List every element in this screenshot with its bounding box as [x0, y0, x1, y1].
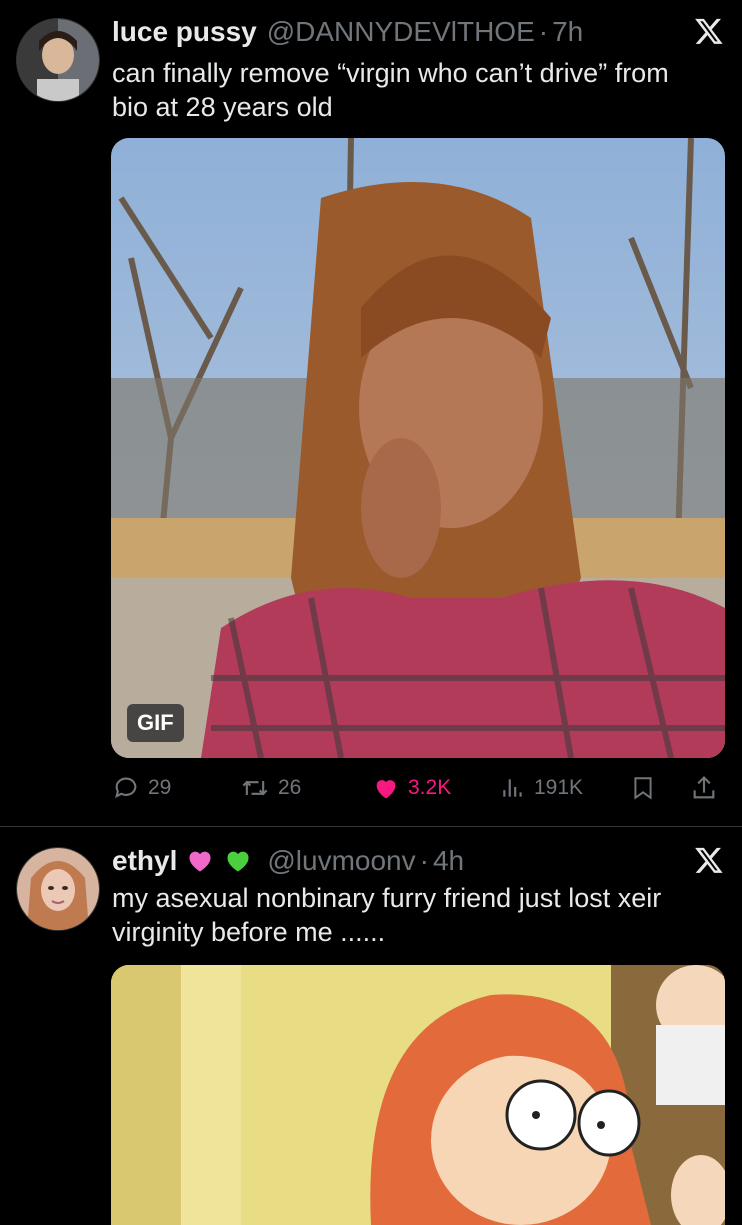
heart-filled-icon [376, 780, 396, 799]
reply-icon [115, 777, 137, 799]
timestamp[interactable]: 7h [552, 16, 583, 48]
avatar[interactable] [16, 847, 100, 931]
like-count: 3.2K [408, 776, 452, 799]
tweet-2[interactable]: ethyl @luvmoonv · 4h my asexual nonbinar… [0, 827, 742, 1225]
tweet-header: ethyl @luvmoonv · 4h [112, 841, 464, 881]
bookmark-button[interactable] [630, 768, 664, 808]
bookmark-icon [634, 777, 652, 800]
share-icon [693, 776, 715, 799]
x-logo-icon [695, 847, 723, 873]
tweet-media-gif[interactable]: GIF [111, 138, 725, 758]
tweet-1[interactable]: luce pussy @DANNYDEVlTHOE · 7h can final… [0, 0, 742, 826]
green-heart-icon [227, 851, 249, 872]
tweet-header: luce pussy @DANNYDEVlTHOE · 7h [112, 12, 583, 52]
pink-heart-icon [189, 851, 211, 872]
tweet-text: can finally remove “virgin who can’t dri… [112, 58, 669, 122]
avatar-image [17, 848, 99, 930]
username[interactable]: @DANNYDEVlTHOE [267, 16, 535, 48]
repost-button[interactable]: 26 [240, 768, 301, 808]
separator: · [419, 845, 429, 876]
share-button[interactable] [690, 768, 726, 808]
display-name[interactable]: luce pussy [112, 16, 257, 48]
like-button[interactable]: 3.2K [372, 768, 451, 808]
repost-count: 26 [278, 776, 302, 799]
views-icon [503, 779, 522, 797]
views-count: 191K [534, 776, 584, 799]
tweet-text: my asexual nonbinary furry friend just l… [112, 883, 662, 947]
tweet-media[interactable] [111, 965, 725, 1225]
display-name[interactable]: ethyl [112, 845, 177, 877]
timestamp[interactable]: 4h [433, 845, 464, 877]
gif-badge: GIF [127, 704, 184, 742]
reply-count: 29 [148, 776, 172, 799]
username[interactable]: @luvmoonv [267, 845, 415, 877]
reply-button[interactable]: 29 [112, 768, 171, 808]
cartoon-image [111, 965, 725, 1225]
avatar-image [17, 19, 99, 101]
x-logo-icon [695, 18, 723, 44]
avatar[interactable] [16, 18, 100, 102]
repost-icon [242, 780, 268, 796]
separator: · [538, 16, 549, 47]
gif-image [111, 138, 725, 758]
tweet-actions: 29 26 3.2K 191K [112, 768, 726, 808]
views-button[interactable]: 191K [500, 768, 583, 808]
